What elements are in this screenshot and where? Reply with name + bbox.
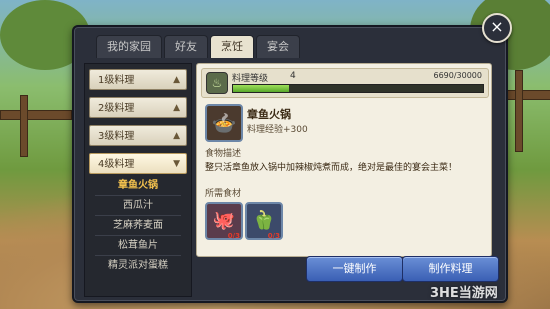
octopus-icon: 🐙 [212, 210, 236, 231]
level-value: 4 [290, 71, 296, 81]
chevron-up-icon: ▲ [173, 75, 180, 85]
tab-bar: 我的家园 好友 烹饪 宴会 [96, 35, 300, 59]
ingredient-quantity: 0/3 [227, 232, 240, 240]
site-watermark: 3HE当游网 [430, 286, 498, 301]
divider [95, 235, 181, 236]
background-fence [20, 95, 28, 157]
category-level-1[interactable]: 1级料理 ▲ [89, 69, 187, 90]
chevron-up-icon: ▲ [173, 131, 180, 141]
dish-title: 章鱼火锅 [247, 108, 291, 121]
category-level-2[interactable]: 2级料理 ▲ [89, 97, 187, 118]
dish-item-sesame-soba[interactable]: 芝麻荞麦面 [89, 217, 187, 235]
category-label: 2级料理 [98, 103, 135, 114]
divider [95, 255, 181, 256]
exp-text: 6690/30000 [433, 71, 482, 80]
one-click-make-button[interactable]: 一键制作 [306, 256, 403, 282]
category-label: 1级料理 [98, 75, 135, 86]
dish-item-elf-party-cake[interactable]: 精灵派对蛋糕 [89, 257, 187, 275]
ingredient-slot-octopus[interactable]: 🐙 0/3 [205, 202, 243, 240]
description-text: 整只活章鱼放入锅中加辣椒炖煮而成，绝对是最佳的宴会主菜！ [205, 163, 458, 173]
exp-progress-track [232, 84, 484, 93]
background-fence [0, 110, 72, 120]
cooking-panel: 我的家园 好友 烹饪 宴会 1级料理 ▲ 2级料理 ▲ 3级料理 ▲ 4级料理 … [72, 25, 508, 303]
divider [95, 195, 181, 196]
tab-friends[interactable]: 好友 [164, 35, 208, 58]
exp-progress-fill [233, 85, 289, 92]
cooking-pot-icon: ♨ [206, 72, 228, 94]
ingredient-quantity: 0/3 [267, 232, 280, 240]
description-heading: 食物描述 [205, 149, 242, 159]
tab-banquet[interactable]: 宴会 [256, 35, 300, 58]
ingredient-slot-pepper[interactable]: 🫑 0/3 [245, 202, 283, 240]
chevron-up-icon: ▲ [173, 103, 180, 113]
make-dish-button[interactable]: 制作料理 [402, 256, 499, 282]
dish-exp-reward: 料理经验+300 [247, 125, 308, 135]
close-icon[interactable]: × [482, 13, 512, 43]
dish-item-matsutake-fish[interactable]: 松茸鱼片 [89, 237, 187, 255]
category-level-3[interactable]: 3级料理 ▲ [89, 125, 187, 146]
tab-home[interactable]: 我的家园 [96, 35, 162, 58]
chevron-down-icon: ▼ [173, 159, 180, 169]
hotpot-icon: 🍲 [205, 104, 243, 142]
background-fence [505, 90, 550, 100]
cooking-level-bar: ♨ 料理等级 4 6690/30000 [201, 68, 489, 98]
pepper-icon: 🫑 [252, 210, 276, 231]
dish-item-watermelon-juice[interactable]: 西瓜汁 [89, 197, 187, 215]
category-label: 3级料理 [98, 131, 135, 142]
tab-cooking[interactable]: 烹饪 [210, 35, 254, 58]
dish-item-octopus-hotpot[interactable]: 章鱼火锅 [89, 177, 187, 195]
category-label: 4级料理 [98, 159, 135, 170]
divider [95, 215, 181, 216]
ingredients-heading: 所需食材 [205, 189, 242, 199]
background-fence [515, 70, 523, 152]
category-level-4[interactable]: 4级料理 ▼ [89, 153, 187, 174]
recipe-list: 1级料理 ▲ 2级料理 ▲ 3级料理 ▲ 4级料理 ▼ 章鱼火锅 西瓜汁 芝麻荞… [84, 63, 192, 297]
recipe-detail: ♨ 料理等级 4 6690/30000 🍲 章鱼火锅 料理经验+300 食物描述… [196, 63, 492, 257]
level-label: 料理等级 [232, 74, 269, 84]
